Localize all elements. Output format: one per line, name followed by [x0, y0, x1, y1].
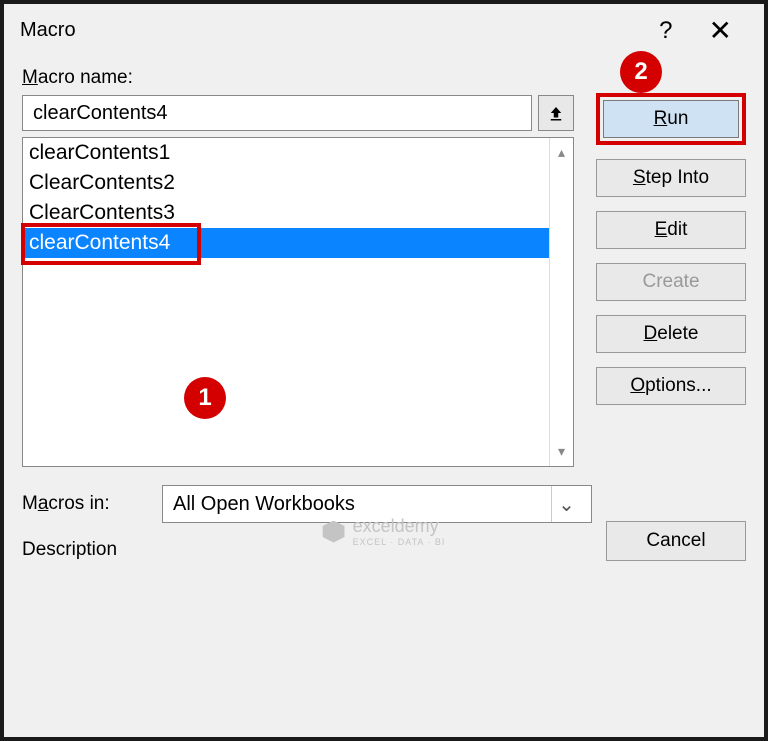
assign-icon-button[interactable]: [538, 95, 574, 131]
list-item[interactable]: ClearContents2: [23, 168, 549, 198]
close-icon[interactable]: ✕: [693, 14, 748, 47]
list-item[interactable]: clearContents4: [23, 228, 549, 258]
delete-button[interactable]: Delete: [596, 315, 746, 353]
annotation-highlight-2: Run: [596, 93, 746, 145]
titlebar: Macro ? ✕: [4, 4, 764, 57]
list-item[interactable]: ClearContents3: [23, 198, 549, 228]
macro-name-input[interactable]: [22, 95, 532, 131]
options-button[interactable]: Options...: [596, 367, 746, 405]
dialog-title: Macro: [20, 19, 639, 42]
cancel-button[interactable]: Cancel: [606, 521, 746, 561]
edit-button[interactable]: Edit: [596, 211, 746, 249]
chevron-down-icon: ⌄: [551, 486, 581, 522]
macros-in-dropdown[interactable]: All Open Workbooks ⌄: [162, 485, 592, 523]
step-into-button[interactable]: Step Into: [596, 159, 746, 197]
macros-in-value: All Open Workbooks: [173, 493, 551, 516]
create-button: Create: [596, 263, 746, 301]
macro-dialog: Macro ? ✕ Macro name: clearConte: [0, 0, 768, 741]
scroll-down-icon[interactable]: ▾: [558, 443, 565, 460]
macro-listbox[interactable]: clearContents1ClearContents2ClearContent…: [22, 137, 574, 467]
help-icon[interactable]: ?: [639, 17, 692, 45]
list-scrollbar[interactable]: ▴ ▾: [549, 138, 573, 466]
macro-name-label: Macro name:: [22, 67, 574, 89]
upload-arrow-icon: [547, 104, 565, 122]
scroll-up-icon[interactable]: ▴: [558, 144, 565, 161]
macros-in-label: Macros in:: [22, 493, 142, 515]
run-button[interactable]: Run: [603, 100, 739, 138]
dialog-body: Macro name: clearContents1ClearContents2…: [4, 57, 764, 579]
list-item[interactable]: clearContents1: [23, 138, 549, 168]
